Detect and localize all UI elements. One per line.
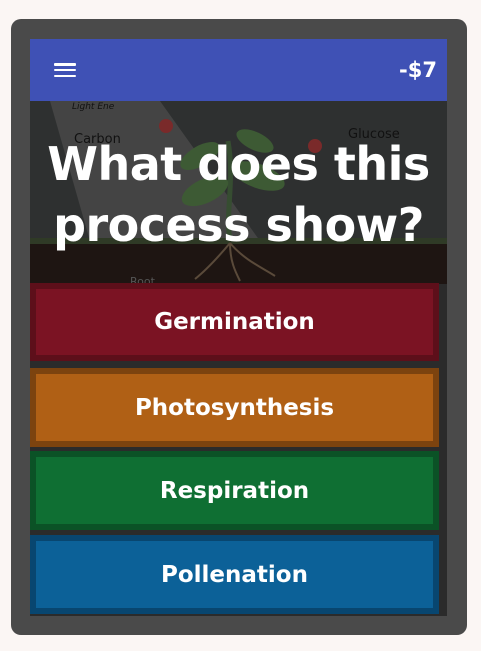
light-label: Light Ene [72,102,115,112]
answer-respiration-button[interactable]: Respiration [30,451,439,530]
question-text: What does this process show? [30,134,447,256]
question-line-1: What does this [47,137,430,191]
answer-germination-button[interactable]: Germination [30,283,439,361]
answer-photosynthesis-button[interactable]: Photosynthesis [30,368,439,447]
hamburger-menu-icon[interactable] [54,61,76,79]
top-bar: -$7 [30,39,447,101]
score-display: -$7 [399,58,437,82]
answer-pollenation-button[interactable]: Pollenation [30,535,439,614]
question-line-2: process show? [53,198,424,252]
